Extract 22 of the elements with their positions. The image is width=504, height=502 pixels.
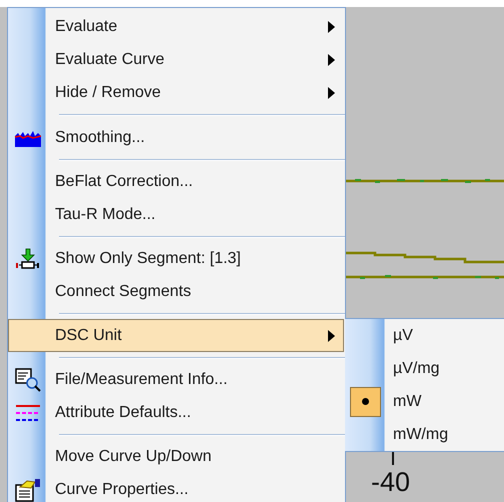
tick-label: -40 xyxy=(371,466,410,498)
menu-item[interactable]: Evaluate xyxy=(8,10,344,43)
line-styles-icon xyxy=(15,402,41,422)
menu-item[interactable]: Hide / Remove xyxy=(8,76,344,109)
submenu-item[interactable]: µV xyxy=(345,319,504,352)
submenu-item[interactable]: mW xyxy=(345,385,504,418)
menu-item[interactable]: Move Curve Up/Down xyxy=(8,440,344,473)
segment-icon xyxy=(15,248,41,270)
menu-item[interactable]: Evaluate Curve xyxy=(8,43,344,76)
menu-item[interactable]: File/Measurement Info... xyxy=(8,363,344,396)
document-magnifier-icon xyxy=(15,368,41,392)
menu-item[interactable]: BeFlat Correction... xyxy=(8,165,344,198)
submenu-item[interactable]: µV/mg xyxy=(345,352,504,385)
menu-item[interactable]: Connect Segments xyxy=(8,275,344,308)
menu-item[interactable]: Smoothing... xyxy=(8,121,344,154)
submenu-item[interactable]: mW/mg xyxy=(345,418,504,451)
menu-item[interactable]: Show Only Segment: [1.3] xyxy=(8,242,344,275)
menu-item[interactable]: Tau-R Mode... xyxy=(8,198,344,231)
menu-item[interactable]: Attribute Defaults... xyxy=(8,396,344,429)
tick-mark xyxy=(392,451,394,465)
menu-item[interactable]: Curve Properties... xyxy=(8,473,344,502)
menu-item[interactable]: DSC Unit xyxy=(8,319,344,352)
